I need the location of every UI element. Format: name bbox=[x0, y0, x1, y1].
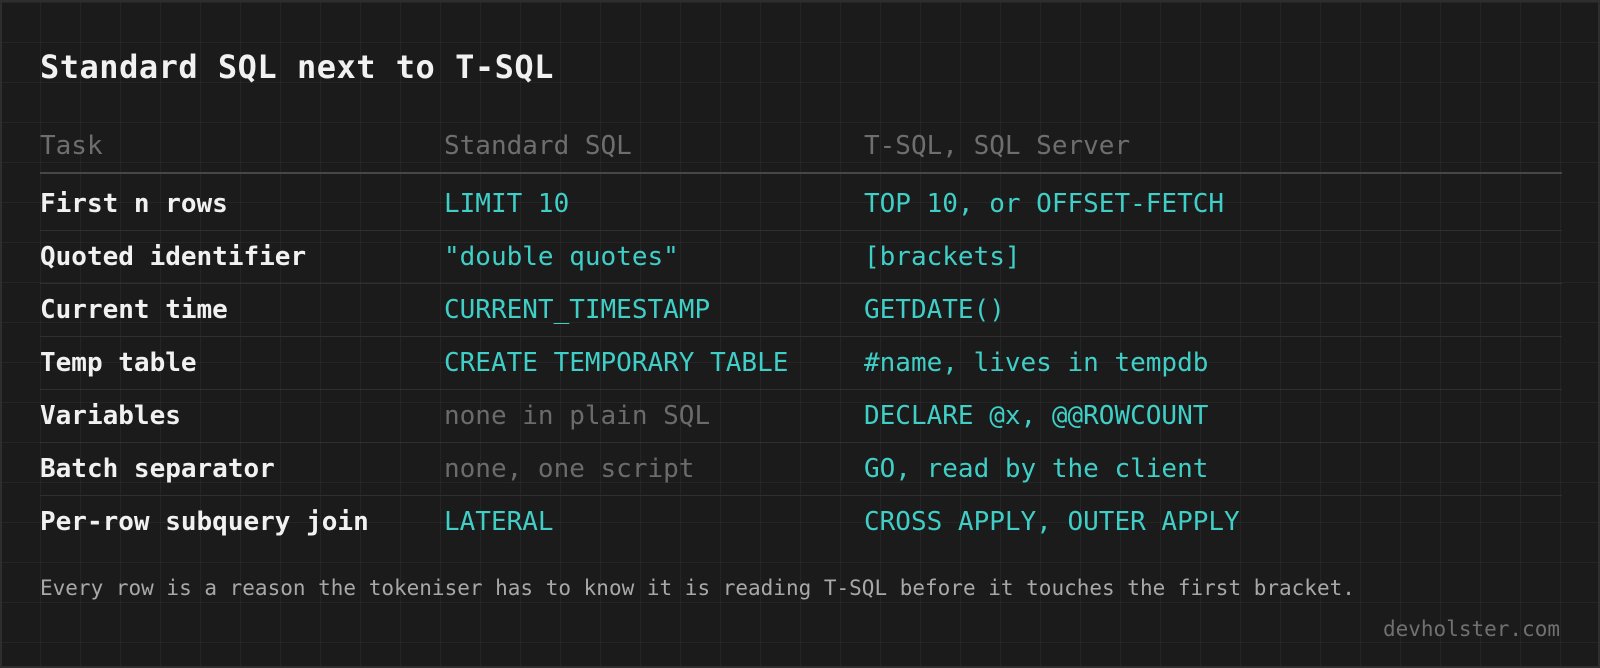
standard-cell: CURRENT_TIMESTAMP bbox=[444, 295, 711, 325]
table-row: Batch separator none, one script GO, rea… bbox=[40, 443, 1562, 496]
task-cell: Quoted identifier bbox=[40, 242, 307, 272]
task-cell: Batch separator bbox=[40, 454, 275, 484]
table-row: Temp table CREATE TEMPORARY TABLE #name,… bbox=[40, 337, 1562, 390]
table-row: Current time CURRENT_TIMESTAMP GETDATE() bbox=[40, 284, 1562, 337]
task-cell: Per-row subquery join bbox=[40, 507, 369, 537]
tsql-cell: GETDATE() bbox=[864, 295, 1005, 325]
tsql-cell: TOP 10, or OFFSET-FETCH bbox=[864, 189, 1225, 219]
task-cell: Current time bbox=[40, 295, 228, 325]
standard-cell: none in plain SQL bbox=[444, 401, 711, 431]
task-cell: Temp table bbox=[40, 348, 197, 378]
header-tsql: T-SQL, SQL Server bbox=[864, 131, 1131, 161]
table-header: Task Standard SQL T-SQL, SQL Server bbox=[40, 120, 1562, 174]
standard-cell: none, one script bbox=[444, 454, 695, 484]
standard-cell: CREATE TEMPORARY TABLE bbox=[444, 348, 789, 378]
standard-cell: LATERAL bbox=[444, 507, 554, 537]
page-title: Standard SQL next to T-SQL bbox=[40, 48, 554, 86]
header-standard-sql: Standard SQL bbox=[444, 131, 632, 161]
tsql-cell: [brackets] bbox=[864, 242, 1021, 272]
brand-label: devholster.com bbox=[1382, 617, 1560, 641]
table-row: Per-row subquery join LATERAL CROSS APPL… bbox=[40, 496, 1562, 548]
footnote: Every row is a reason the tokeniser has … bbox=[40, 576, 1355, 600]
table-row: Variables none in plain SQL DECLARE @x, … bbox=[40, 390, 1562, 443]
standard-cell: LIMIT 10 bbox=[444, 189, 570, 219]
tsql-cell: #name, lives in tempdb bbox=[864, 348, 1209, 378]
comparison-table: Task Standard SQL T-SQL, SQL Server Firs… bbox=[40, 120, 1562, 548]
tsql-cell: DECLARE @x, @@ROWCOUNT bbox=[864, 401, 1209, 431]
header-task: Task bbox=[40, 131, 103, 161]
card: Standard SQL next to T-SQL Task Standard… bbox=[0, 0, 1600, 668]
tsql-cell: CROSS APPLY, OUTER APPLY bbox=[864, 507, 1240, 537]
task-cell: Variables bbox=[40, 401, 181, 431]
tsql-cell: GO, read by the client bbox=[864, 454, 1209, 484]
standard-cell: "double quotes" bbox=[444, 242, 679, 272]
table-row: Quoted identifier "double quotes" [brack… bbox=[40, 231, 1562, 284]
table-row: First n rows LIMIT 10 TOP 10, or OFFSET-… bbox=[40, 178, 1562, 231]
task-cell: First n rows bbox=[40, 189, 228, 219]
